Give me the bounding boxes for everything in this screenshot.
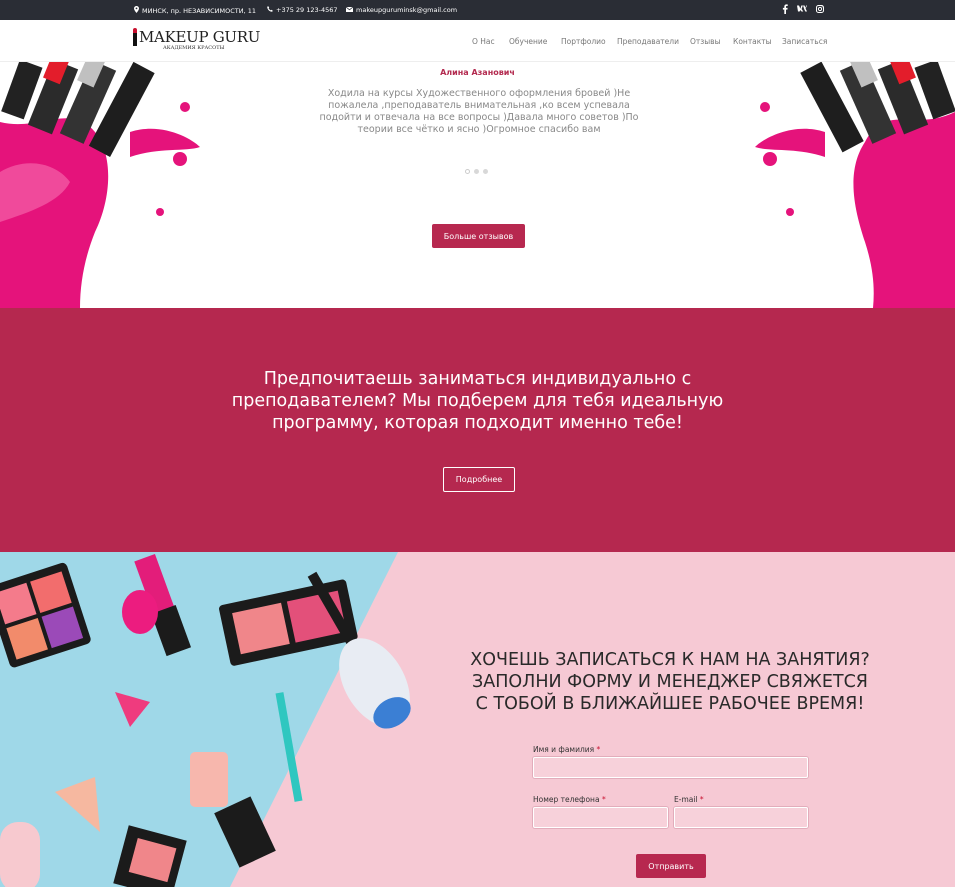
nav-item-about[interactable]: О Нас bbox=[472, 37, 495, 46]
nav-item-portfolio[interactable]: Портфолио bbox=[561, 37, 606, 46]
nav-item-teachers[interactable]: Преподаватели bbox=[617, 37, 679, 46]
more-reviews-button[interactable]: Больше отзывов bbox=[432, 224, 525, 248]
promo-heading: Предпочитаешь заниматься индивидуально с… bbox=[231, 369, 724, 433]
required-mark: * bbox=[601, 795, 606, 804]
carousel-dot-1[interactable] bbox=[465, 169, 470, 174]
carousel-dots bbox=[465, 169, 488, 174]
nav-item-training[interactable]: Обучение bbox=[509, 37, 547, 46]
carousel-dot-2[interactable] bbox=[474, 169, 479, 174]
email-input[interactable] bbox=[674, 807, 808, 828]
address-text: МИНСК, пр. НЕЗАВИСИМОСТИ, 11 bbox=[142, 6, 256, 15]
required-mark: * bbox=[596, 745, 601, 754]
facebook-icon[interactable] bbox=[782, 4, 788, 17]
individual-lessons-section: Предпочитаешь заниматься индивидуально с… bbox=[0, 308, 955, 552]
carousel-dot-3[interactable] bbox=[483, 169, 488, 174]
map-pin-icon bbox=[134, 6, 139, 15]
nav-item-signup[interactable]: Записаться bbox=[782, 37, 827, 46]
lipstick-splash-image-left bbox=[0, 62, 200, 308]
nav-item-reviews[interactable]: Отзывы bbox=[690, 37, 721, 46]
signup-heading: ХОЧЕШЬ ЗАПИСАТЬСЯ К НАМ НА ЗАНЯТИЯ? ЗАПО… bbox=[470, 650, 870, 714]
vk-icon[interactable] bbox=[797, 5, 807, 15]
instagram-icon[interactable] bbox=[816, 5, 824, 16]
phone-info[interactable]: +375 29 123-4567 bbox=[267, 6, 338, 14]
phone-input[interactable] bbox=[533, 807, 668, 828]
signup-section: ХОЧЕШЬ ЗАПИСАТЬСЯ К НАМ НА ЗАНЯТИЯ? ЗАПО… bbox=[0, 552, 955, 887]
lipstick-splash-image-right bbox=[755, 62, 955, 308]
logo-subtitle: АКАДЕМИЯ КРАСОТЫ bbox=[163, 45, 225, 51]
lipgloss-icon bbox=[122, 590, 158, 634]
phone-field-label: Номер телефона * bbox=[533, 795, 606, 804]
testimonial-text: Ходила на курсы Художественного оформлен… bbox=[319, 88, 639, 135]
lipstick-logo-icon bbox=[133, 28, 137, 46]
top-bar: МИНСК, пр. НЕЗАВИСИМОСТИ, 11 +375 29 123… bbox=[0, 0, 955, 20]
cosmetics-background-image bbox=[0, 552, 411, 887]
email-text[interactable]: makeupguruminsk@gmail.com bbox=[356, 6, 457, 14]
name-input[interactable] bbox=[533, 757, 808, 778]
nav-item-contacts[interactable]: Контакты bbox=[733, 37, 772, 46]
name-field-label: Имя и фамилия * bbox=[533, 745, 601, 754]
email-info[interactable]: makeupguruminsk@gmail.com bbox=[345, 6, 457, 14]
main-navigation: MAKEUP GURU АКАДЕМИЯ КРАСОТЫ О Нас Обуче… bbox=[0, 20, 955, 62]
logo[interactable]: MAKEUP GURU АКАДЕМИЯ КРАСОТЫ bbox=[133, 28, 260, 54]
phone-icon bbox=[267, 6, 273, 14]
logo-name: MAKEUP GURU bbox=[139, 28, 261, 46]
submit-button[interactable]: Отправить bbox=[636, 854, 706, 878]
address-info: МИНСК, пр. НЕЗАВИСИМОСТИ, 11 bbox=[134, 6, 256, 15]
envelope-icon bbox=[345, 6, 354, 14]
email-field-label: E-mail * bbox=[674, 795, 704, 804]
testimonials-section: Алина Азанович Ходила на курсы Художеств… bbox=[0, 62, 955, 308]
required-mark: * bbox=[699, 795, 704, 804]
nail-polish-icon bbox=[190, 752, 228, 807]
testimonial-author: Алина Азанович bbox=[440, 68, 515, 77]
details-button[interactable]: Подробнее bbox=[443, 467, 515, 492]
phone-text[interactable]: +375 29 123-4567 bbox=[276, 6, 338, 14]
